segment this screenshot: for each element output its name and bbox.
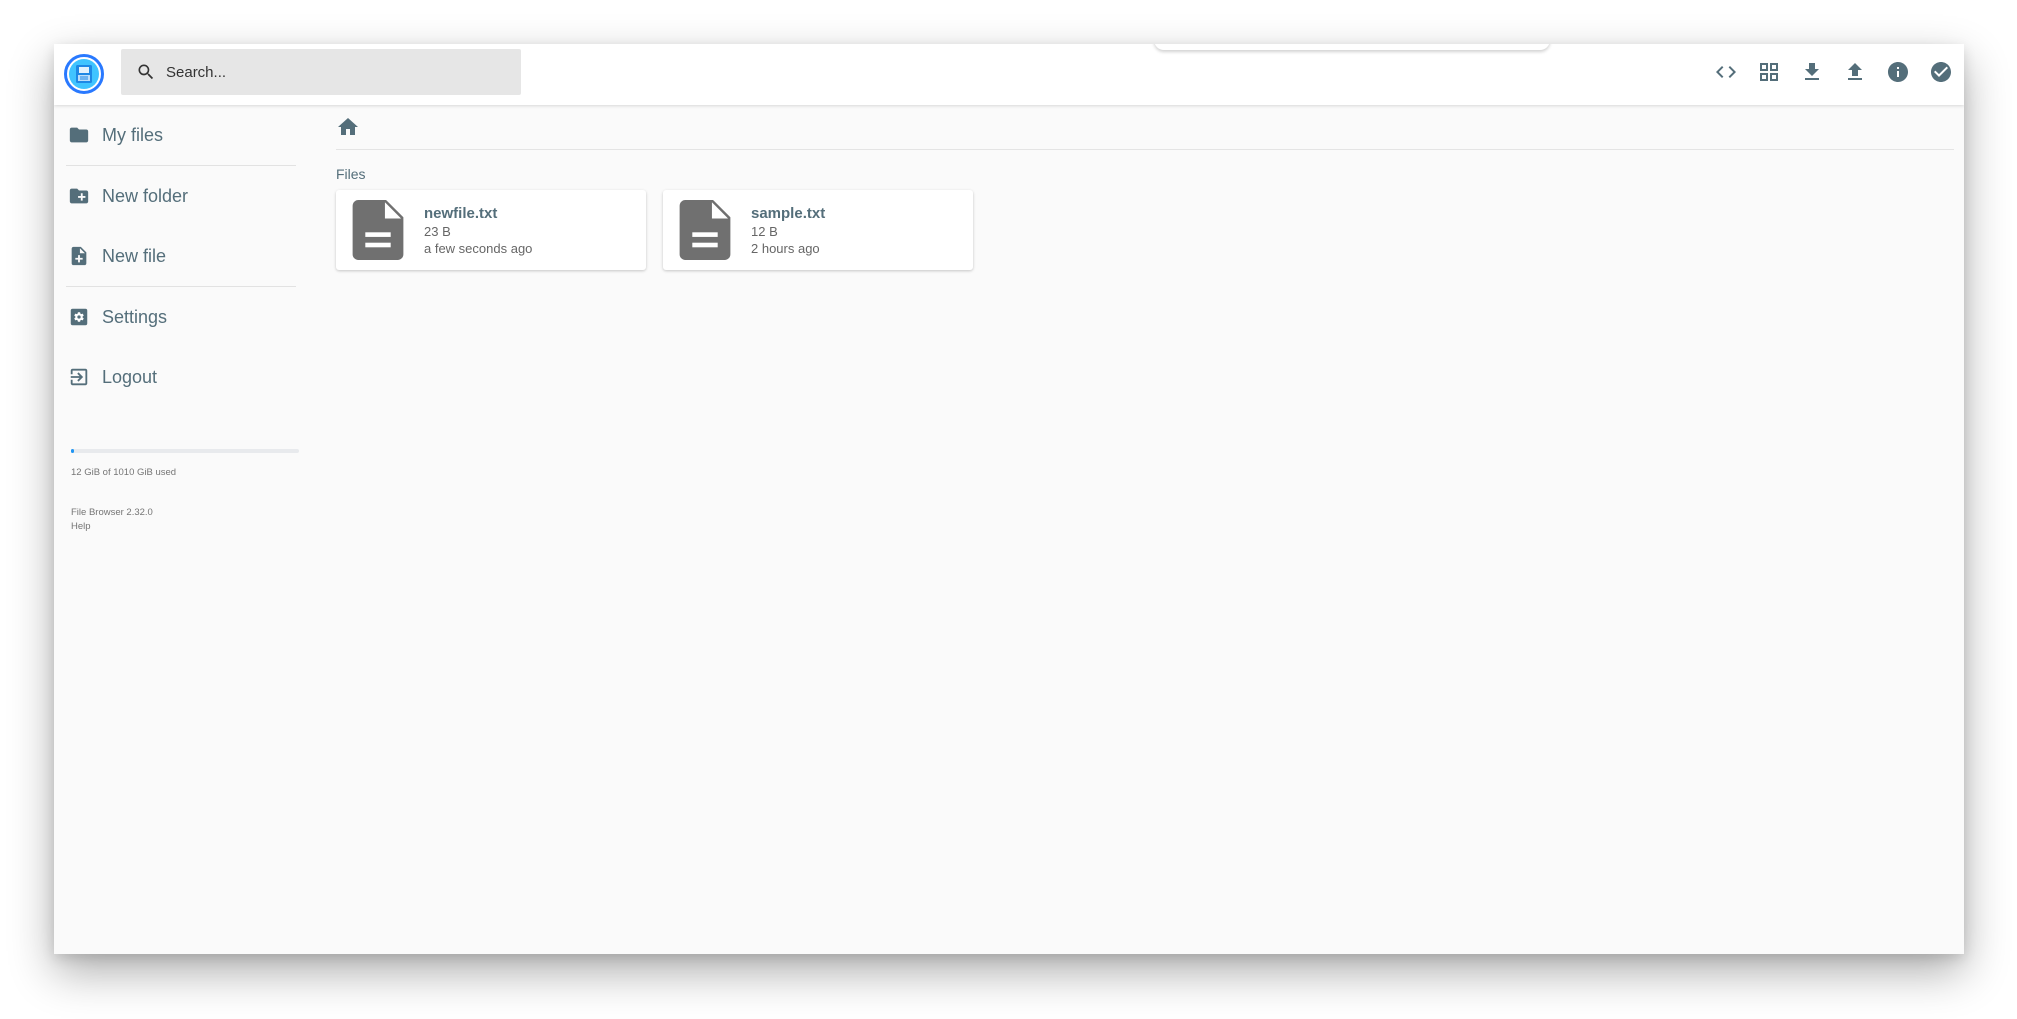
sidebar-item-label: Logout — [102, 366, 158, 387]
folder-icon — [68, 124, 90, 146]
sidebar-item-settings[interactable]: Settings — [66, 287, 296, 347]
download-icon — [1800, 60, 1824, 89]
sidebar-item-label: My files — [102, 124, 164, 145]
sidebar-item-label: Settings — [102, 306, 168, 327]
version-text: File Browser 2.32.0 — [71, 507, 153, 518]
search-input[interactable] — [164, 62, 498, 82]
file-modified: 2 hours ago — [751, 240, 820, 256]
file-browser-logo[interactable] — [64, 54, 104, 94]
home-icon[interactable] — [336, 115, 360, 139]
sidebar-item-my-files[interactable]: My files — [66, 105, 296, 165]
select-button[interactable] — [1919, 53, 1962, 96]
sidebar-item-new-file[interactable]: New file — [66, 226, 296, 286]
sidebar-item-logout[interactable]: Logout — [66, 347, 296, 407]
credits: File Browser 2.32.0 Help — [71, 506, 296, 534]
file-list: newfile.txt 23 B a few seconds ago sampl… — [336, 190, 1956, 270]
file-name: newfile.txt — [424, 204, 498, 222]
info-button[interactable] — [1876, 53, 1919, 96]
help-link[interactable]: Help — [71, 520, 296, 534]
file-document-icon — [678, 200, 732, 260]
settings-icon — [68, 306, 90, 328]
file-info: sample.txt 12 B 2 hours ago — [751, 205, 825, 256]
usage-text: 12 GiB of 1010 GiB used — [71, 467, 177, 478]
main-content: Files newfile.txt 23 B a few seconds ago… — [336, 105, 1956, 270]
search-box[interactable] — [121, 49, 521, 95]
app-window: My files New folder New file Settings — [54, 44, 1964, 954]
view-mode-button[interactable] — [1747, 53, 1790, 96]
sidebar: My files New folder New file Settings Lo… — [66, 105, 299, 534]
usage-progress-bar — [71, 449, 299, 453]
usage-progress-fill — [71, 449, 74, 453]
switch-view-button[interactable] — [1704, 53, 1747, 96]
sidebar-item-label: New file — [102, 245, 167, 266]
file-item[interactable]: newfile.txt 23 B a few seconds ago — [336, 190, 646, 270]
grid-icon — [1757, 60, 1781, 89]
info-icon — [1886, 60, 1910, 89]
search-icon — [135, 61, 157, 83]
sidebar-item-new-folder[interactable]: New folder — [66, 166, 296, 226]
sidebar-item-label: New folder — [102, 185, 189, 206]
check-circle-icon — [1929, 60, 1953, 89]
storage-usage: 12 GiB of 1010 GiB used — [71, 449, 299, 478]
download-button[interactable] — [1790, 53, 1833, 96]
note-add-icon — [68, 245, 90, 267]
create-new-folder-icon — [68, 185, 90, 207]
notification-toast — [1154, 44, 1550, 50]
file-size: 12 B — [751, 223, 778, 239]
exit-icon — [68, 366, 90, 388]
file-size: 23 B — [424, 223, 451, 239]
header-actions — [1704, 44, 1964, 105]
file-document-icon — [351, 200, 405, 260]
file-name: sample.txt — [751, 204, 826, 222]
upload-button[interactable] — [1833, 53, 1876, 96]
breadcrumb — [336, 105, 1954, 150]
file-info: newfile.txt 23 B a few seconds ago — [424, 205, 532, 256]
file-modified: a few seconds ago — [424, 240, 533, 256]
code-icon — [1714, 60, 1738, 89]
upload-icon — [1843, 60, 1867, 89]
section-title: Files — [336, 166, 366, 182]
header-bar — [54, 44, 1964, 105]
file-item[interactable]: sample.txt 12 B 2 hours ago — [663, 190, 973, 270]
